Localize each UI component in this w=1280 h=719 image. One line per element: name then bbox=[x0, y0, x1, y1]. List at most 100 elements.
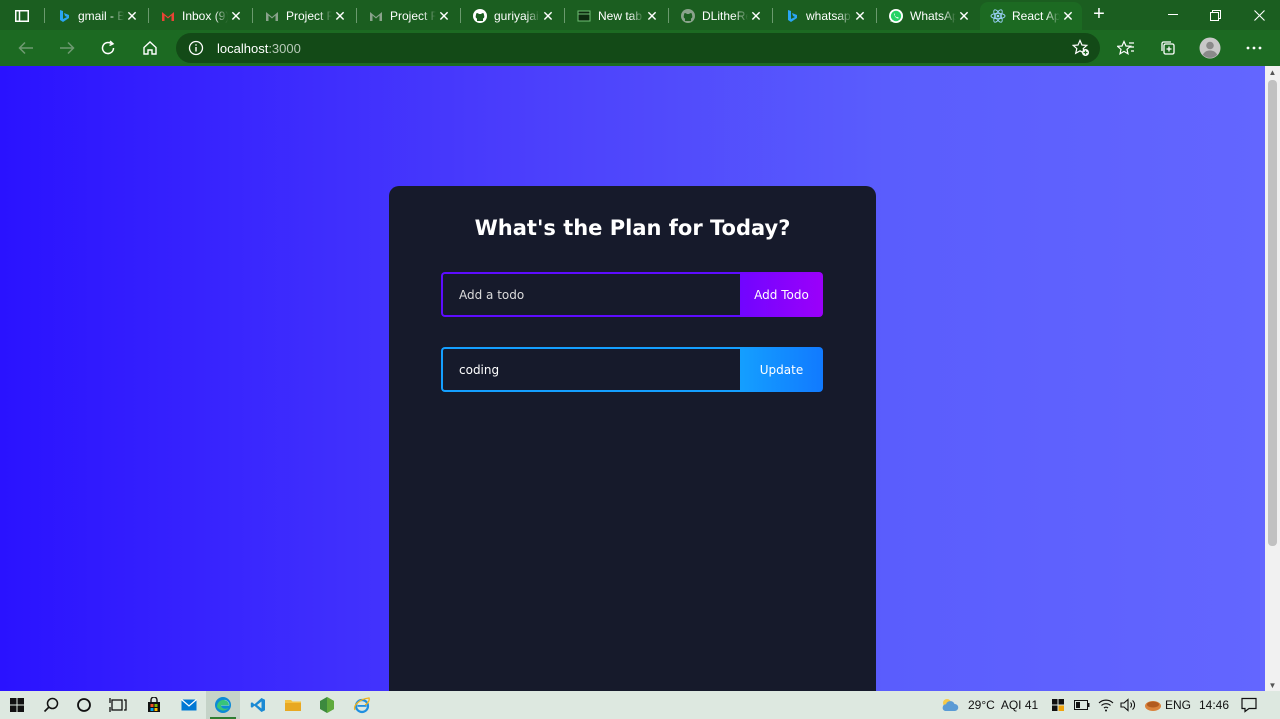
close-icon[interactable]: ✕ bbox=[748, 8, 764, 24]
gmail-icon bbox=[160, 8, 176, 24]
tab-whatsapp[interactable]: WhatsApp ✕ bbox=[878, 2, 978, 30]
notifications-button[interactable] bbox=[1232, 691, 1266, 719]
update-todo-form: Update bbox=[441, 347, 823, 392]
clock-time[interactable]: 14:46 bbox=[1199, 698, 1229, 712]
tab-github-dlithe[interactable]: DLitheRe ✕ bbox=[670, 2, 770, 30]
edge-app[interactable] bbox=[206, 691, 240, 719]
tab-project-2[interactable]: Project F ✕ bbox=[358, 2, 458, 30]
tab-project-1[interactable]: Project F ✕ bbox=[254, 2, 354, 30]
language-text[interactable]: ENG bbox=[1165, 698, 1191, 712]
collections-icon bbox=[1161, 41, 1175, 55]
mail-icon bbox=[181, 699, 197, 711]
close-icon[interactable]: ✕ bbox=[644, 8, 660, 24]
favorites-icon bbox=[1117, 40, 1134, 56]
aqi-text[interactable]: AQI 41 bbox=[1001, 698, 1038, 712]
tab-react-app[interactable]: React App ✕ bbox=[980, 2, 1082, 30]
bing-icon bbox=[56, 8, 72, 24]
file-explorer-app[interactable] bbox=[276, 691, 310, 719]
tab-title: gmail - Bing bbox=[78, 9, 124, 23]
home-button[interactable] bbox=[136, 34, 164, 62]
tab-title: Project F bbox=[286, 9, 332, 23]
home-icon bbox=[143, 41, 157, 55]
bing-icon bbox=[784, 8, 800, 24]
settings-more-button[interactable] bbox=[1240, 34, 1268, 62]
volume-icon[interactable] bbox=[1120, 698, 1136, 712]
update-button[interactable]: Update bbox=[740, 347, 823, 392]
add-todo-button[interactable]: Add Todo bbox=[740, 272, 823, 317]
internet-explorer-icon bbox=[353, 697, 370, 714]
app-tray-icon[interactable] bbox=[1144, 698, 1162, 712]
weather-cloud-icon[interactable] bbox=[940, 697, 960, 713]
close-icon[interactable]: ✕ bbox=[956, 8, 972, 24]
tab-new-tab[interactable]: New tab ✕ bbox=[566, 2, 666, 30]
github-icon bbox=[680, 8, 696, 24]
tab-title: WhatsApp bbox=[910, 9, 956, 23]
windows-logo-icon bbox=[10, 698, 24, 712]
refresh-button[interactable] bbox=[94, 34, 122, 62]
close-icon[interactable]: ✕ bbox=[1060, 8, 1076, 24]
avatar-icon bbox=[1199, 37, 1221, 59]
newtab-icon bbox=[576, 8, 592, 24]
favorites-button[interactable] bbox=[1112, 34, 1140, 62]
gmail-icon bbox=[368, 8, 384, 24]
close-icon[interactable]: ✕ bbox=[124, 8, 140, 24]
forward-button[interactable] bbox=[53, 34, 81, 62]
language-indicator[interactable]: ENG bbox=[1165, 691, 1191, 719]
wifi-icon[interactable] bbox=[1098, 698, 1114, 712]
page-scrollbar[interactable]: ▲ ▼ bbox=[1265, 66, 1280, 691]
tab-github-guriya[interactable]: guriyajain ✕ bbox=[462, 2, 562, 30]
notification-icon bbox=[1241, 697, 1257, 713]
add-favorite-icon[interactable] bbox=[1072, 39, 1090, 57]
page-viewport: What's the Plan for Today? Add Todo Upda… bbox=[0, 66, 1265, 691]
scroll-up-icon[interactable]: ▲ bbox=[1268, 68, 1277, 77]
store-app[interactable] bbox=[137, 691, 171, 719]
refresh-icon bbox=[101, 40, 115, 55]
temperature-text[interactable]: 29°C bbox=[968, 698, 995, 712]
store-icon bbox=[148, 697, 160, 712]
tab-whatsapp-bing[interactable]: whatsapp ✕ bbox=[774, 2, 874, 30]
collections-button[interactable] bbox=[1154, 34, 1182, 62]
url-text[interactable]: localhost:3000 bbox=[217, 41, 301, 56]
restore-button[interactable] bbox=[1194, 0, 1236, 30]
whatsapp-icon bbox=[888, 8, 904, 24]
profile-button[interactable] bbox=[1196, 34, 1224, 62]
browser-toolbar: localhost:3000 bbox=[0, 30, 1280, 66]
vscode-app[interactable] bbox=[241, 691, 275, 719]
tab-gmail-bing[interactable]: gmail - Bing ✕ bbox=[46, 2, 146, 30]
page-title: What's the Plan for Today? bbox=[474, 216, 791, 240]
nodejs-app[interactable] bbox=[310, 691, 344, 719]
info-icon[interactable] bbox=[188, 40, 204, 56]
windows-taskbar: 29°C AQI 41 ENG 14:46 bbox=[0, 691, 1280, 719]
close-window-button[interactable] bbox=[1238, 0, 1280, 30]
back-button[interactable] bbox=[12, 34, 40, 62]
add-todo-input[interactable] bbox=[441, 272, 740, 317]
new-tab-button[interactable]: + bbox=[1088, 4, 1110, 26]
cortana-button[interactable] bbox=[67, 691, 101, 719]
scrollbar-thumb[interactable] bbox=[1268, 80, 1277, 546]
search-icon bbox=[43, 697, 59, 713]
tab-actions-icon[interactable] bbox=[8, 5, 36, 27]
tray-icons bbox=[1050, 691, 1162, 719]
address-bar[interactable]: localhost:3000 bbox=[176, 33, 1100, 63]
defender-icon[interactable] bbox=[1050, 697, 1066, 713]
clock[interactable]: 14:46 bbox=[1199, 691, 1229, 719]
close-icon[interactable]: ✕ bbox=[540, 8, 556, 24]
internet-explorer-app[interactable] bbox=[345, 691, 379, 719]
task-view-button[interactable] bbox=[101, 691, 135, 719]
battery-icon[interactable] bbox=[1074, 700, 1090, 710]
mail-app[interactable] bbox=[172, 691, 206, 719]
minimize-button[interactable] bbox=[1152, 0, 1194, 30]
gmail-icon bbox=[264, 8, 280, 24]
close-icon[interactable]: ✕ bbox=[852, 8, 868, 24]
close-icon[interactable]: ✕ bbox=[332, 8, 348, 24]
start-button[interactable] bbox=[0, 691, 34, 719]
search-button[interactable] bbox=[34, 691, 68, 719]
tab-title: whatsapp bbox=[806, 9, 852, 23]
cortana-icon bbox=[77, 698, 91, 712]
scroll-down-icon[interactable]: ▼ bbox=[1268, 681, 1277, 690]
folder-icon bbox=[285, 700, 301, 711]
update-todo-input[interactable] bbox=[441, 347, 740, 392]
close-icon[interactable]: ✕ bbox=[228, 8, 244, 24]
close-icon[interactable]: ✕ bbox=[436, 8, 452, 24]
tab-inbox[interactable]: Inbox (9) ✕ bbox=[150, 2, 250, 30]
